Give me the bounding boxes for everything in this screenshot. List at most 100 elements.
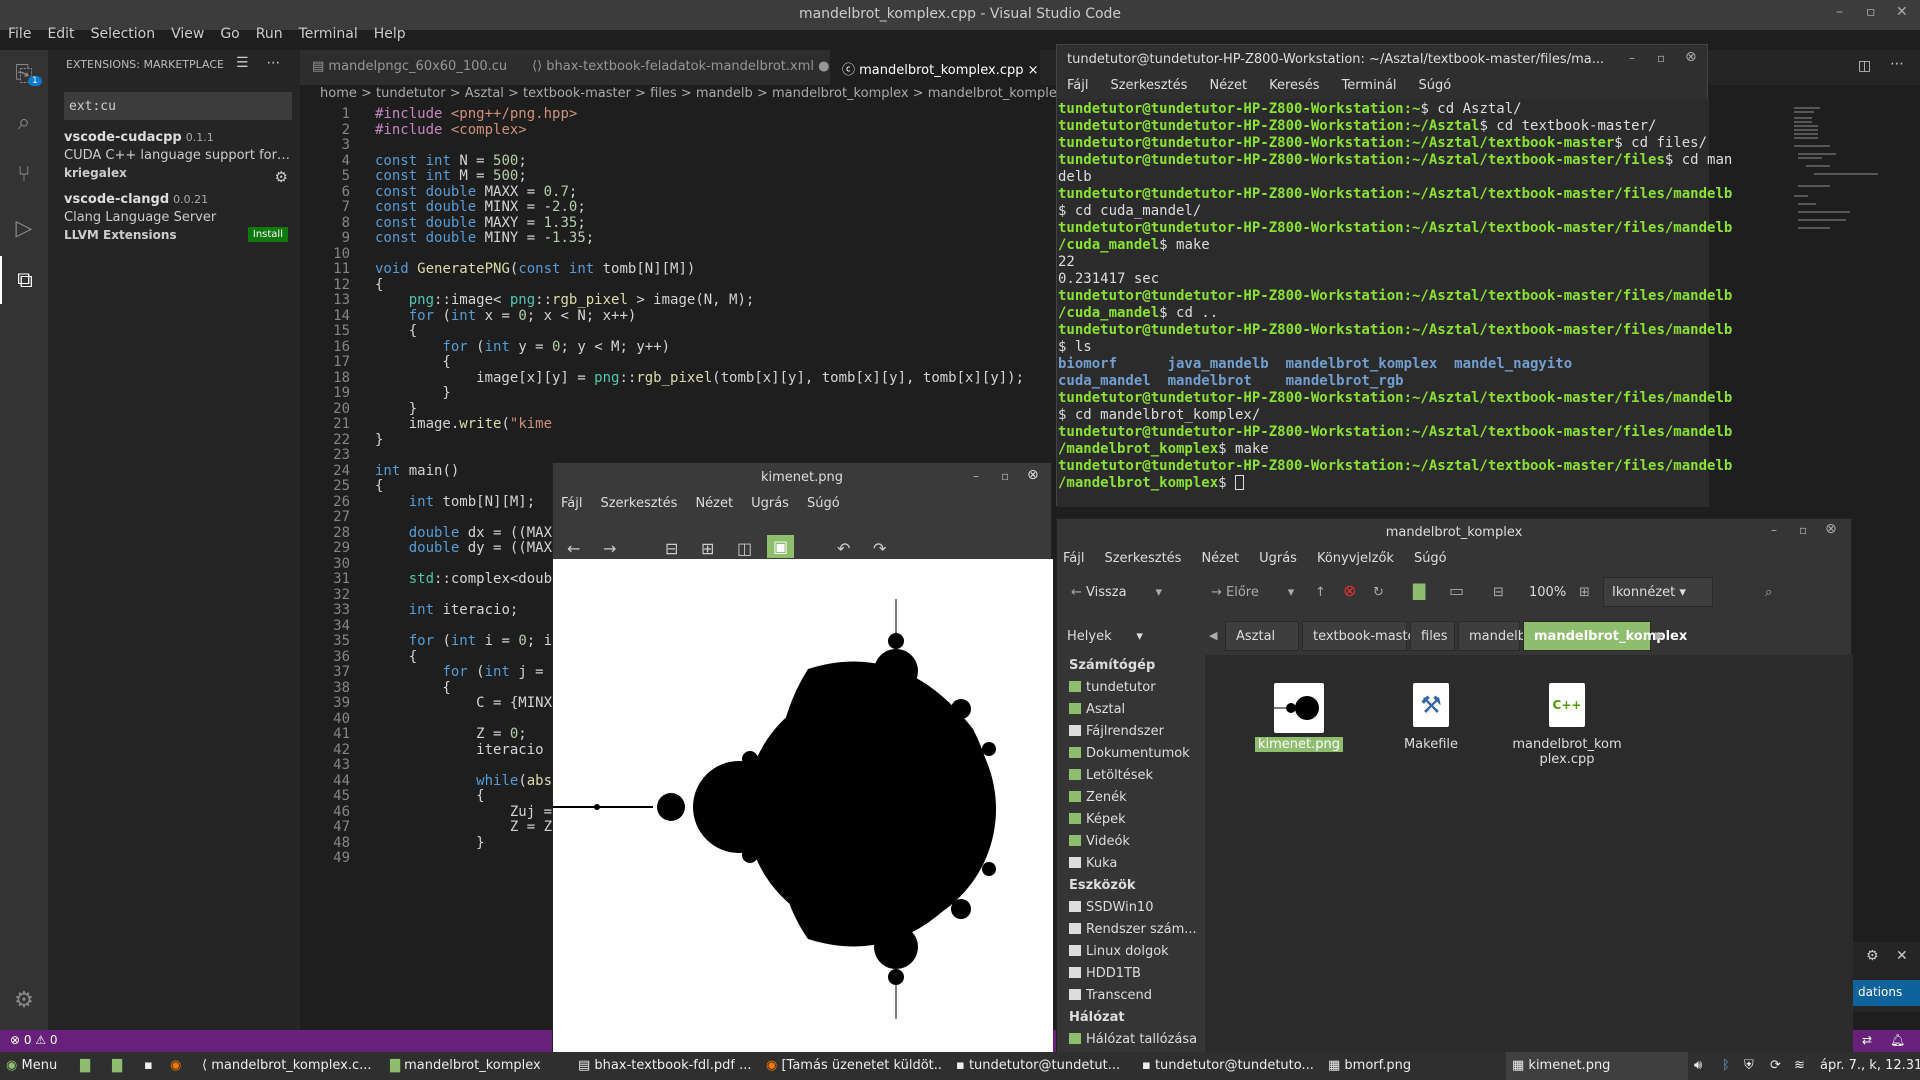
fm-menu-item-0[interactable]: Fájl [1063, 551, 1084, 569]
code-line[interactable]: const int N = 500; [375, 153, 527, 169]
terminal-maximize-button[interactable]: ▫ [1657, 51, 1665, 65]
sidebar-item[interactable]: Dokumentumok [1057, 743, 1205, 765]
fm-maximize-button[interactable]: ▫ [1799, 523, 1807, 537]
code-line[interactable]: image.write("kime [375, 416, 552, 432]
code-line[interactable]: const double MINY = -1.35; [375, 230, 594, 246]
notification-close-icon[interactable]: ✕ [1896, 948, 1908, 964]
sidebar-item[interactable]: Hálózat tallózása [1057, 1029, 1205, 1051]
viewer-menu-item-2[interactable]: Nézet [695, 496, 733, 514]
task-terminal-2[interactable]: ▪ tundetutor@tundetuto... [1136, 1052, 1318, 1080]
minimap[interactable] [1790, 104, 1880, 234]
code-line[interactable]: double dx = ((MAX [375, 525, 552, 541]
back-button[interactable]: ← Vissza ▾ [1071, 585, 1162, 600]
menu-item-6[interactable]: Terminal [291, 26, 366, 46]
start-menu-button[interactable]: ◉ Menu [0, 1052, 68, 1080]
code-line[interactable]: } [375, 835, 484, 851]
home-folder-icon[interactable]: ▇ [1413, 581, 1425, 600]
code-line[interactable]: Z = 0; [375, 726, 527, 742]
extension-item-cudacpp[interactable]: vscode-cudacpp 0.1.1 CUDA C++ language su… [64, 130, 294, 186]
firefox-launcher-icon[interactable]: ◉ [164, 1052, 188, 1080]
sidebar-item[interactable]: HDD1TB [1057, 963, 1205, 985]
task-terminal-1[interactable]: ▪ tundetutor@tundetut... [950, 1052, 1132, 1080]
code-line[interactable]: Zuj = [375, 804, 552, 820]
extension-item-clangd[interactable]: vscode-clangd 0.0.21 Clang Language Serve… [64, 192, 294, 242]
up-icon[interactable]: ↑ [1315, 585, 1326, 600]
code-line[interactable]: iteracio [375, 742, 543, 758]
code-line[interactable]: } [375, 385, 450, 401]
sidebar-item[interactable]: Transcend [1057, 985, 1205, 1007]
code-line[interactable]: const double MAXX = 0.7; [375, 184, 577, 200]
viewer-menu-item-0[interactable]: Fájl [561, 496, 582, 514]
terminal-menu-item-5[interactable]: Súgó [1419, 78, 1452, 96]
fm-menu-item-5[interactable]: Súgó [1414, 551, 1447, 569]
code-line[interactable]: { [375, 680, 450, 696]
extensions-icon[interactable]: ⧉ [0, 256, 48, 304]
file-kimenet-png[interactable]: kimenet.png [1239, 683, 1359, 752]
code-line[interactable]: { [375, 788, 484, 804]
sidebar-item[interactable]: Képek [1057, 809, 1205, 831]
menu-item-7[interactable]: Help [366, 26, 414, 46]
fm-close-button[interactable]: ⊗ [1825, 521, 1837, 537]
terminal-menu-item-4[interactable]: Terminál [1342, 78, 1397, 96]
code-line[interactable]: std::complex<doub [375, 571, 552, 587]
file-mandelbrot-komplex-cpp[interactable]: C++ mandelbrot_komplex.cpp [1497, 683, 1637, 767]
menu-item-2[interactable]: Selection [83, 26, 164, 46]
zoom-in-icon[interactable]: ⊞ [1579, 585, 1590, 600]
viewer-maximize-button[interactable]: ▫ [1001, 469, 1009, 483]
sidebar-item[interactable]: Videók [1057, 831, 1205, 853]
menu-item-5[interactable]: Run [248, 26, 291, 46]
viewer-close-button[interactable]: ⊗ [1027, 467, 1039, 483]
forward-button[interactable]: → Előre ▾ [1211, 585, 1294, 600]
recommendations-button[interactable]: dations [1852, 980, 1920, 1006]
tab-bhax-xml[interactable]: ⟨⟩ bhax-textbook-feladatok-mandelbrot.xm… [520, 50, 830, 85]
next-image-icon[interactable]: → [603, 539, 616, 558]
bell-icon[interactable]: 🔔︎ [1890, 1033, 1905, 1047]
code-line[interactable]: C = {MINX [375, 695, 552, 711]
bluetooth-icon[interactable]: ᛒ [1722, 1058, 1730, 1073]
path-segment-files[interactable]: files [1410, 621, 1455, 651]
menu-item-1[interactable]: Edit [39, 26, 82, 46]
zoom-normal-icon[interactable]: ◫ [737, 539, 752, 558]
close-button[interactable]: ✕ [1896, 4, 1908, 20]
fm-menu-item-1[interactable]: Szerkesztés [1104, 551, 1181, 569]
terminal-menu-item-1[interactable]: Szerkesztés [1110, 78, 1187, 96]
sidebar-item[interactable]: SSDWin10 [1057, 897, 1205, 919]
extensions-search-input[interactable] [64, 92, 292, 120]
code-line[interactable]: int iteracio; [375, 602, 519, 618]
minimize-button[interactable]: – [1836, 4, 1843, 20]
task-file-manager[interactable]: ▇ mandelbrot_komplex [384, 1052, 564, 1080]
task-kimenet[interactable]: ▦ kimenet.png [1506, 1052, 1688, 1080]
sidebar-item[interactable]: Zenék [1057, 787, 1205, 809]
fm-menu-item-2[interactable]: Nézet [1201, 551, 1239, 569]
code-line[interactable]: png::image< png::rgb_pixel > image(N, M)… [375, 292, 755, 308]
files-launcher-icon[interactable]: ▇ [106, 1052, 134, 1080]
fm-minimize-button[interactable]: – [1771, 523, 1777, 537]
task-vscode[interactable]: ⟨ mandelbrot_komplex.c... [196, 1052, 376, 1080]
code-line[interactable]: for (int j = [375, 664, 543, 680]
path-left-arrow-icon[interactable]: ◀ [1209, 629, 1217, 642]
install-button[interactable]: Install [247, 227, 288, 242]
code-line[interactable]: for (int i = 0; i [375, 633, 552, 649]
viewer-menu-item-1[interactable]: Szerkesztés [600, 496, 677, 514]
problems-indicator[interactable]: ⊗ 0 ⚠ 0 [10, 1033, 58, 1047]
code-line[interactable]: double dy = ((MAX [375, 540, 552, 556]
zoom-out-icon[interactable]: ⊟ [665, 539, 678, 558]
viewer-minimize-button[interactable]: – [973, 469, 979, 483]
path-segment-textbook-master[interactable]: textbook-master [1302, 621, 1421, 651]
shield-icon[interactable]: ⛨ [1744, 1058, 1754, 1073]
places-select[interactable]: Helyek ▾ [1067, 629, 1143, 644]
code-line[interactable]: { [375, 649, 417, 665]
clock[interactable]: ápr. 7., k, 12.31 [1820, 1058, 1920, 1073]
fm-menu-item-4[interactable]: Könyvjelzők [1317, 551, 1394, 569]
rotate-right-icon[interactable]: ↷ [873, 539, 886, 558]
sidebar-item[interactable]: Kuka [1057, 853, 1205, 875]
search-icon[interactable]: ⌕ [0, 98, 48, 146]
sidebar-item[interactable]: Rendszer szám... [1057, 919, 1205, 941]
zoom-in-icon[interactable]: ⊞ [701, 539, 714, 558]
code-line[interactable]: for (int x = 0; x < N; x++) [375, 308, 637, 324]
sidebar-item[interactable]: Fájlrendszer [1057, 721, 1205, 743]
filter-icon[interactable]: ☰ ⋯ [236, 55, 280, 71]
zoom-out-icon[interactable]: ⊟ [1493, 585, 1504, 600]
show-desktop-icon[interactable]: ▇ [74, 1052, 102, 1080]
code-line[interactable]: int tomb[N][M]; [375, 494, 535, 510]
